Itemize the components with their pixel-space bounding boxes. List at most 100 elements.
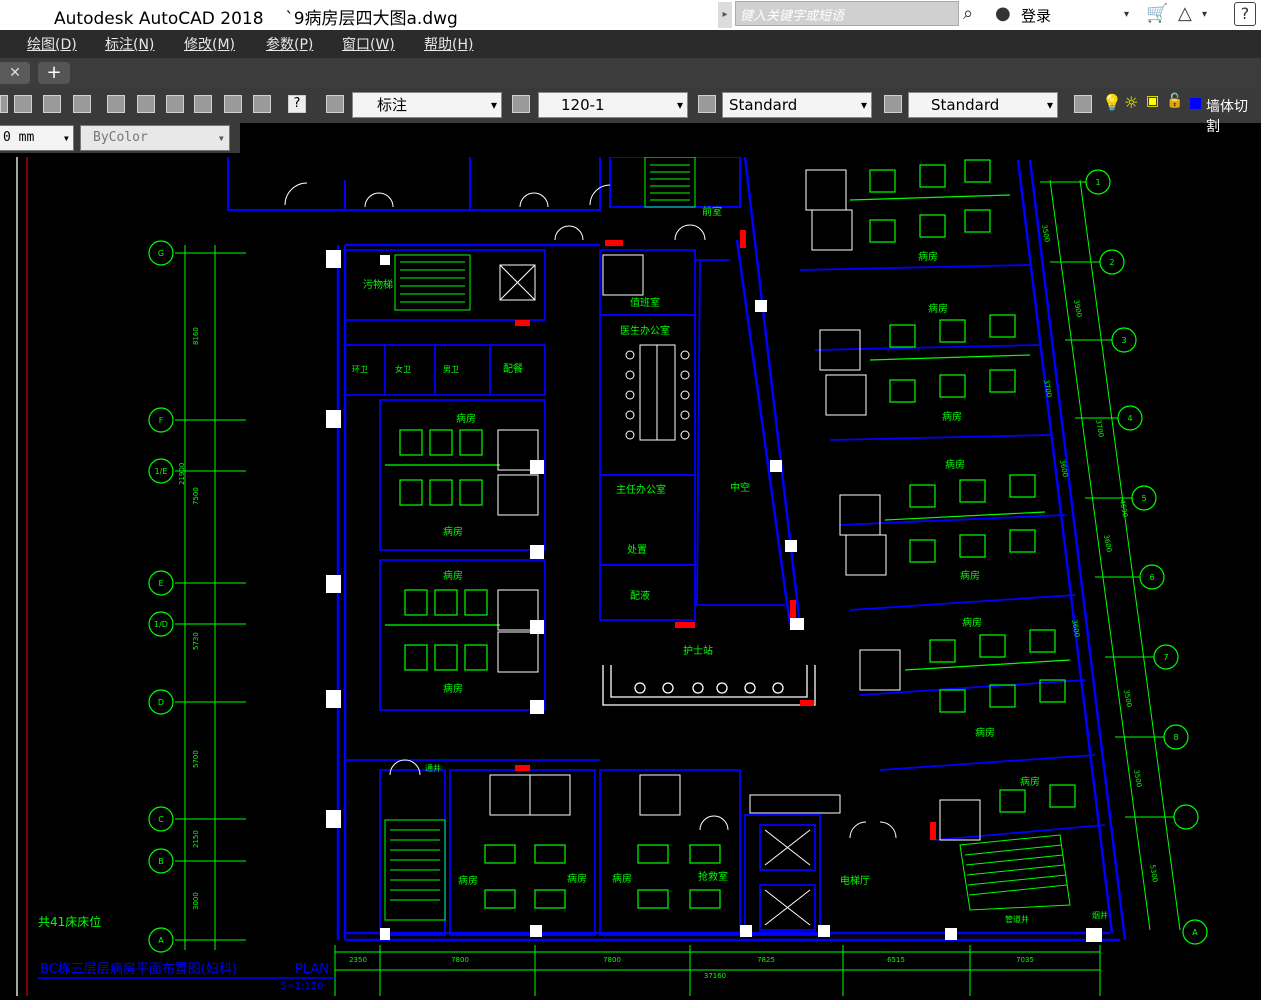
menu-help[interactable]: 帮助(H): [424, 34, 473, 54]
login-button[interactable]: 登录: [1021, 5, 1051, 26]
svg-text:7800: 7800: [451, 956, 469, 964]
svg-text:病房: 病房: [567, 872, 587, 885]
dropdown-arrow-icon[interactable]: ▾: [1124, 9, 1129, 20]
file-tab-bar: [0, 58, 1261, 87]
close-tab-icon[interactable]: ✕: [0, 62, 30, 84]
zoom-object-icon[interactable]: [43, 95, 61, 113]
upper-doors: [284, 182, 611, 241]
zoom-prev-icon[interactable]: [0, 95, 8, 113]
left-axis-grid: [175, 245, 246, 950]
svg-text:F: F: [159, 416, 164, 425]
svg-text:污物梯: 污物梯: [363, 278, 393, 291]
svg-text:抢救室: 抢救室: [698, 870, 728, 883]
zoom-window-icon[interactable]: [14, 95, 32, 113]
svg-text:病房: 病房: [443, 569, 463, 582]
svg-text:D: D: [158, 698, 164, 707]
menu-window[interactable]: 窗口(W): [342, 34, 395, 54]
svg-text:2: 2: [1109, 258, 1114, 267]
help-icon[interactable]: ?: [1234, 2, 1256, 26]
text-style-icon[interactable]: [326, 95, 344, 113]
multileader-style-icon[interactable]: [884, 95, 902, 113]
svg-text:1/E: 1/E: [155, 467, 168, 476]
bottom-dim-chain: [334, 945, 1101, 996]
expand-arrow-icon[interactable]: ▸: [718, 2, 732, 28]
svg-text:21900: 21900: [178, 463, 186, 485]
svg-text:5700: 5700: [192, 750, 200, 768]
dim-style-dropdown[interactable]: 标注 ▾: [352, 92, 502, 118]
plan-tag: PLAN: [295, 962, 329, 977]
table-style-icon[interactable]: [698, 95, 716, 113]
drawing-canvas[interactable]: G F 1/E E 1/D D C B A 8160 21900 7500 57…: [0, 156, 1261, 996]
bulb-icon[interactable]: 💡: [1102, 93, 1122, 112]
user-icon[interactable]: ●: [995, 3, 1011, 24]
cart-icon[interactable]: 🛒: [1146, 3, 1168, 24]
table-style-dropdown[interactable]: Standard ▾: [722, 92, 872, 118]
menu-parametric[interactable]: 参数(P): [266, 34, 313, 54]
layer-properties-icon[interactable]: [1074, 95, 1092, 113]
svg-text:1: 1: [1095, 178, 1100, 187]
svg-text:4690: 4690: [1118, 499, 1129, 518]
binoculars-icon[interactable]: ⌕: [963, 3, 973, 24]
app-title: Autodesk AutoCAD 2018 `9病房层四大图a.dwg: [54, 9, 458, 29]
properties-icon[interactable]: [107, 95, 125, 113]
help-toolbar-icon[interactable]: ?: [288, 95, 306, 113]
dropdown-arrow-icon-2[interactable]: ▾: [1202, 9, 1207, 20]
stair-lower-left: [384, 819, 446, 921]
doors: [389, 224, 897, 839]
layer-name[interactable]: 墙体切割: [1206, 96, 1261, 136]
svg-text:前室: 前室: [702, 205, 722, 218]
svg-text:3900: 3900: [1072, 299, 1083, 318]
design-center-icon[interactable]: [137, 95, 155, 113]
svg-text:病房: 病房: [975, 726, 995, 739]
svg-text:5: 5: [1141, 494, 1146, 503]
elevator-crosses: [499, 264, 811, 926]
svg-text:2150: 2150: [192, 830, 200, 848]
svg-text:3600: 3600: [1070, 619, 1081, 638]
freeze-icon[interactable]: ▣: [1146, 93, 1159, 109]
sheet-set-icon[interactable]: [194, 95, 212, 113]
svg-text:病房: 病房: [1020, 775, 1040, 788]
svg-text:值班室: 值班室: [630, 296, 660, 309]
layer-color-swatch: [1190, 98, 1201, 109]
svg-text:3500: 3500: [1132, 769, 1143, 788]
outer-walls: [336, 156, 1127, 942]
svg-text:5730: 5730: [192, 632, 200, 650]
lineweight-dropdown[interactable]: 0 mm ▾: [0, 125, 74, 151]
svg-text:2350: 2350: [349, 956, 367, 964]
right-axis-bubbles: [1085, 169, 1208, 945]
svg-text:3700: 3700: [1094, 419, 1105, 438]
left-axis-bubbles: [148, 240, 174, 953]
exchange-icon[interactable]: △: [1178, 3, 1192, 24]
menu-modify[interactable]: 修改(M): [184, 34, 235, 54]
zoom-realtime-icon[interactable]: [73, 95, 91, 113]
sun-icon[interactable]: ☼: [1124, 93, 1138, 112]
new-tab-button[interactable]: +: [38, 62, 70, 84]
stair-dirty: [394, 254, 471, 311]
svg-text:1/D: 1/D: [154, 620, 168, 629]
lock-icon[interactable]: 🔓: [1166, 93, 1183, 109]
calculator-icon[interactable]: [253, 95, 271, 113]
columns: [326, 250, 1102, 942]
menu-draw[interactable]: 绘图(D): [27, 34, 77, 54]
markup-icon[interactable]: [224, 95, 242, 113]
svg-text:病房: 病房: [918, 250, 938, 263]
tool-palettes-icon[interactable]: [166, 95, 184, 113]
multileader-style-dropdown[interactable]: Standard ▾: [908, 92, 1058, 118]
menu-dimension[interactable]: 标注(N): [105, 34, 154, 54]
svg-text:G: G: [158, 249, 164, 258]
svg-text:B: B: [158, 857, 164, 866]
search-placeholder: 键入关键字或短语: [740, 9, 845, 24]
dim-style-icon[interactable]: [512, 95, 530, 113]
svg-text:5300: 5300: [1148, 864, 1159, 883]
svg-text:环卫: 环卫: [352, 365, 368, 374]
doctor-office-table: [625, 344, 690, 441]
svg-text:7825: 7825: [757, 956, 775, 964]
svg-text:医生办公室: 医生办公室: [620, 324, 670, 337]
svg-text:C: C: [158, 815, 164, 824]
bottom-dim-labels: 2350 7800 7800 7825 6515 7035 37160: [349, 956, 1034, 980]
color-dropdown[interactable]: ByColor ▾: [80, 125, 230, 151]
svg-text:7: 7: [1163, 653, 1168, 662]
search-input[interactable]: 键入关键字或短语: [735, 1, 959, 26]
dim-scale-dropdown[interactable]: 120-1 ▾: [538, 92, 688, 118]
svg-text:7500: 7500: [192, 487, 200, 505]
